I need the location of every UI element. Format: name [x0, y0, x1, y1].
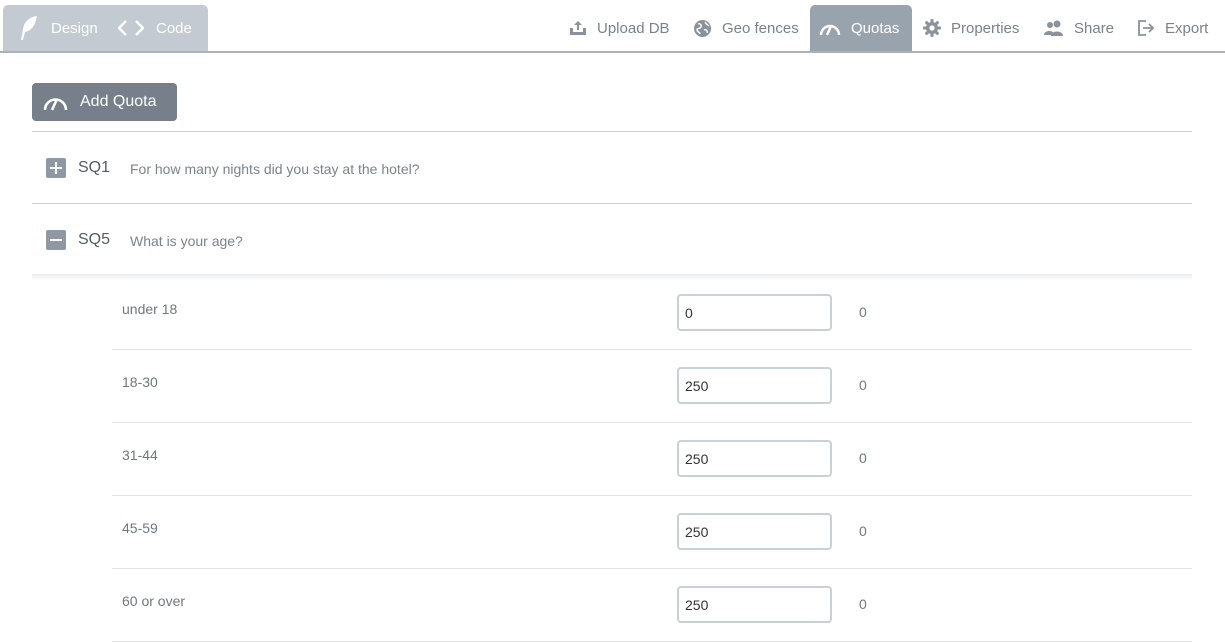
- option-label: 45-59: [122, 520, 158, 536]
- quota-input[interactable]: [677, 586, 832, 623]
- top-bar: Design Code Upload DB Geo fences Quotas …: [0, 0, 1225, 53]
- quota-input[interactable]: [677, 367, 832, 404]
- nav-export[interactable]: Export: [1137, 5, 1208, 51]
- nav-properties-label: Properties: [951, 19, 1020, 37]
- option-label: 60 or over: [122, 593, 186, 609]
- option-row: 60 or over 0: [112, 569, 1192, 642]
- code-brackets-icon: [118, 19, 144, 37]
- question-code: SQ5: [78, 231, 111, 248]
- nav-quotas[interactable]: Quotas: [810, 5, 912, 51]
- option-count: 0: [859, 450, 867, 466]
- nav-export-label: Export: [1165, 19, 1209, 37]
- nav-share-label: Share: [1074, 19, 1115, 37]
- question-row-sq1: SQ1 For how many nights did you stay at …: [32, 132, 1192, 204]
- upload-tray-icon: [569, 20, 597, 36]
- users-icon: [1044, 20, 1074, 36]
- option-count: 0: [859, 596, 867, 612]
- question-row-sq5: SQ5 What is your age?: [32, 204, 1192, 276]
- question-code: SQ1: [78, 159, 111, 176]
- code-mode-button[interactable]: Code: [118, 5, 192, 51]
- add-quota-label: Add Quota: [80, 93, 157, 110]
- nav-geo-label: Geo fences: [722, 19, 799, 37]
- feather-icon: [17, 15, 39, 41]
- design-mode-button[interactable]: Design: [17, 5, 98, 51]
- globe-icon: [693, 19, 722, 38]
- option-row: 31-44 0: [112, 423, 1192, 496]
- option-count: 0: [859, 523, 867, 539]
- option-row: 18-30 0: [112, 350, 1192, 423]
- quota-input[interactable]: [677, 294, 832, 331]
- add-quota-button[interactable]: Add Quota: [32, 83, 177, 121]
- nav-upload-label: Upload DB: [597, 19, 670, 37]
- nav-quotas-label: Quotas: [851, 19, 900, 37]
- quota-input[interactable]: [677, 440, 832, 477]
- code-mode-label: Code: [156, 19, 192, 37]
- option-label: 18-30: [122, 374, 158, 390]
- nav-upload-db[interactable]: Upload DB: [569, 5, 670, 51]
- collapse-minus-icon[interactable]: [46, 230, 66, 250]
- option-row: under 18 0: [112, 277, 1192, 350]
- nav-geo-fences[interactable]: Geo fences: [693, 5, 799, 51]
- option-count: 0: [859, 304, 867, 320]
- gear-icon: [923, 19, 951, 37]
- option-row: 45-59 0: [112, 496, 1192, 569]
- design-mode-label: Design: [51, 19, 98, 37]
- quota-input[interactable]: [677, 513, 832, 550]
- gauge-icon: [43, 93, 80, 111]
- nav-share[interactable]: Share: [1044, 5, 1114, 51]
- option-count: 0: [859, 377, 867, 393]
- expand-plus-icon[interactable]: [46, 158, 66, 178]
- question-text: What is your age?: [130, 233, 243, 249]
- question-text: For how many nights did you stay at the …: [130, 161, 420, 177]
- gauge-icon: [819, 20, 851, 36]
- option-label: 31-44: [122, 447, 158, 463]
- option-label: under 18: [122, 301, 178, 317]
- nav-properties[interactable]: Properties: [923, 5, 1019, 51]
- export-icon: [1137, 19, 1165, 37]
- mode-switch: Design Code: [3, 5, 208, 51]
